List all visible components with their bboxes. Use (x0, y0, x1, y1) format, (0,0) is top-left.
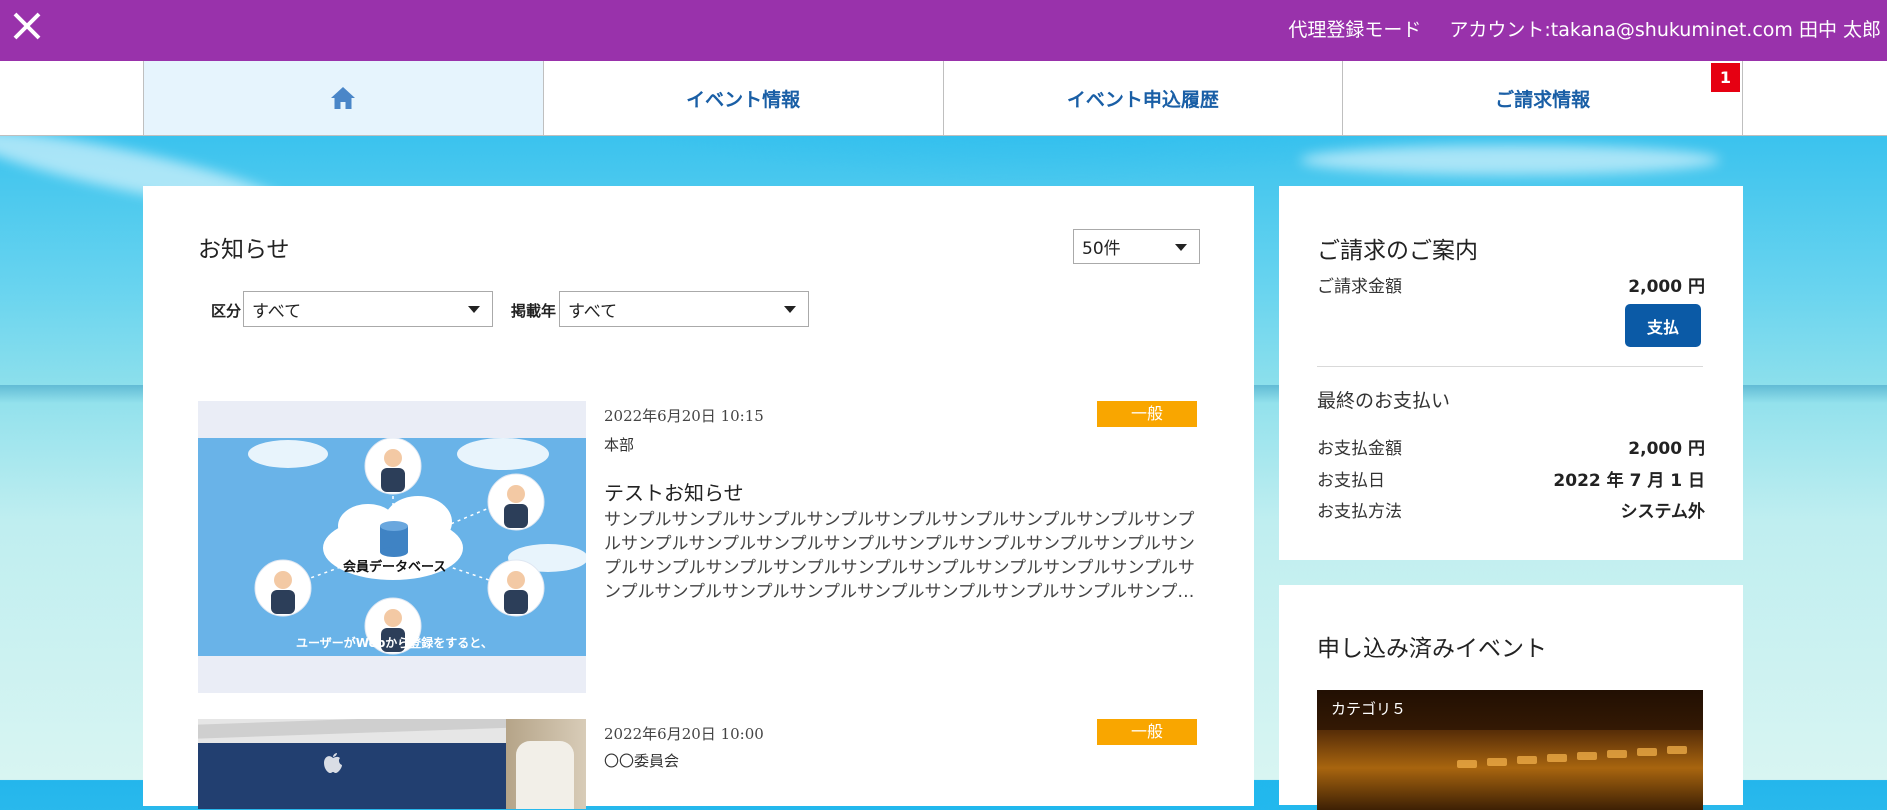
year-filter-select[interactable]: すべて (559, 291, 809, 327)
tab-event-history[interactable]: イベント申込履歴 (942, 61, 1343, 135)
year-filter-label: 掲載年 (511, 302, 557, 320)
close-icon (13, 12, 41, 40)
news-panel: お知らせ 50件 区分 すべて 掲載年 すべて 会員データベース ユーザーがWe… (143, 186, 1254, 809)
event-category: カテゴリ５ (1331, 700, 1407, 718)
category-badge: 一般 (1097, 401, 1197, 427)
per-page-value: 50件 (1082, 239, 1121, 259)
main-nav: イベント情報 イベント申込履歴 ご請求情報 1 (0, 61, 1887, 136)
tab-event-info[interactable]: イベント情報 (542, 61, 943, 135)
category-filter-select[interactable]: すべて (243, 291, 493, 327)
account-info: 代理登録モード アカウント:takana@shukuminet.com 田中 太… (1266, 15, 1881, 42)
thumbnail-caption: 会員データベース (343, 560, 447, 575)
tab-label: ご請求情報 (1495, 88, 1591, 111)
paid-amount-label: お支払金額 (1317, 439, 1402, 459)
billing-divider (1317, 366, 1703, 367)
registered-events-panel: 申し込み済みイベント カテゴリ５ (1279, 585, 1743, 810)
news-org: 〇〇委員会 (604, 752, 680, 770)
close-button[interactable] (10, 9, 44, 43)
chevron-down-icon (784, 306, 796, 313)
account-label: アカウント:takana@shukuminet.com 田中 太郎 (1449, 19, 1881, 41)
chevron-down-icon (1175, 243, 1187, 251)
tab-label: イベント申込履歴 (1066, 88, 1219, 111)
news-org: 本部 (604, 436, 635, 454)
tab-label: イベント情報 (686, 88, 801, 111)
year-filter-value: すべて (568, 301, 618, 322)
top-bar: 代理登録モード アカウント:takana@shukuminet.com 田中 太… (0, 0, 1887, 61)
chevron-down-icon (468, 306, 480, 313)
per-page-select[interactable]: 50件 (1073, 229, 1200, 264)
news-date: 2022年6月20日 10:00 (604, 725, 764, 743)
background-cloud (1300, 145, 1720, 175)
proxy-mode-label: 代理登録モード (1288, 19, 1422, 41)
category-filter-value: すべて (252, 301, 302, 322)
payment-method-label: お支払方法 (1317, 502, 1402, 522)
tab-billing-info[interactable]: ご請求情報 1 (1342, 61, 1743, 135)
registered-events-title: 申し込み済みイベント (1317, 636, 1547, 662)
thumbnail-illustration: 会員データベース ユーザーがWebから登録をすると、 (198, 437, 586, 656)
paid-amount-value: 2,000 円 (1628, 439, 1705, 459)
billing-amount-value: 2,000 円 (1628, 277, 1705, 297)
last-payment-title: 最終のお支払い (1317, 390, 1451, 412)
news-body: サンプルサンプルサンプルサンプルサンプルサンプルサンプルサンプルサンプルサンプル… (604, 510, 1195, 602)
pay-button[interactable]: 支払 (1625, 304, 1701, 347)
news-title: お知らせ (198, 237, 290, 263)
notification-badge: 1 (1711, 63, 1740, 92)
news-date: 2022年6月20日 10:15 (604, 407, 764, 425)
paid-date-value: 2022 年 7 月 1 日 (1553, 471, 1705, 491)
news-item-title[interactable]: テストお知らせ (604, 477, 744, 506)
category-filter-label: 区分 (211, 302, 242, 320)
billing-panel: ご請求のご案内 ご請求金額 2,000 円 支払 最終のお支払い お支払金額 2… (1279, 186, 1743, 560)
news-thumbnail[interactable]: 会員データベース ユーザーがWebから登録をすると、 (198, 401, 586, 693)
apple-logo-icon (323, 752, 343, 774)
payment-method-value: システム外 (1620, 502, 1706, 522)
database-illustration (248, 437, 586, 655)
tab-home[interactable] (143, 61, 543, 135)
event-thumbnail[interactable]: カテゴリ５ (1317, 690, 1703, 810)
paid-date-label: お支払日 (1317, 471, 1385, 491)
news-thumbnail[interactable] (198, 719, 586, 809)
category-badge: 一般 (1097, 719, 1197, 745)
thumbnail-subtitle: ユーザーがWebから登録をすると、 (296, 636, 493, 650)
billing-title: ご請求のご案内 (1317, 238, 1478, 264)
thumbnail-cup (516, 741, 574, 809)
home-icon (331, 87, 356, 109)
billing-amount-label: ご請求金額 (1317, 277, 1402, 297)
